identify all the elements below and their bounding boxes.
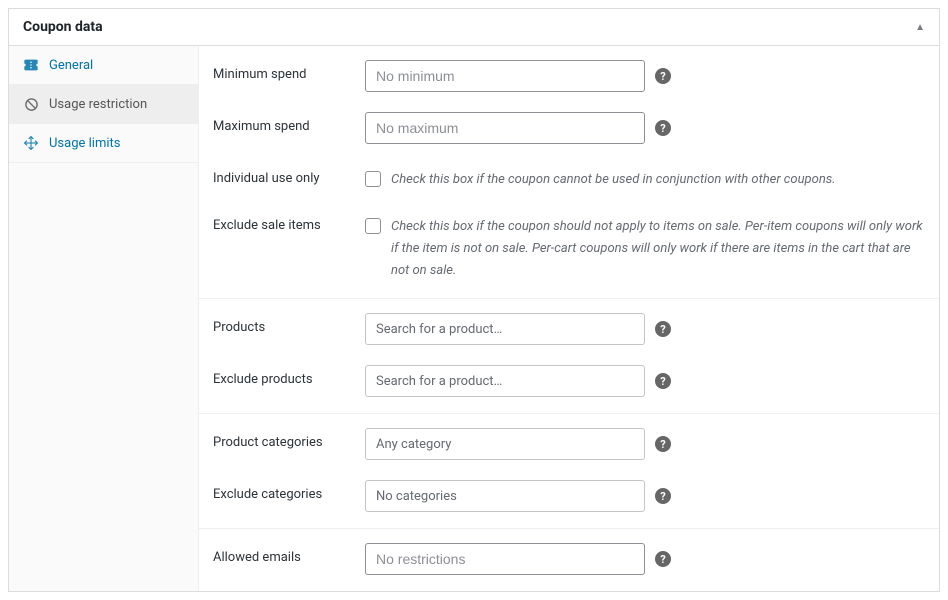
content: Minimum spend ? Maximum spend ? Individu… (199, 46, 939, 591)
field-products: Products Search for a product… ? (213, 313, 925, 345)
label-exclude-sale: Exclude sale items (213, 211, 365, 233)
help-icon[interactable]: ? (655, 120, 671, 136)
exclude-categories-placeholder: No categories (376, 489, 457, 504)
help-icon[interactable]: ? (655, 551, 671, 567)
field-product-categories: Product categories Any category ? (213, 428, 925, 460)
ticket-icon (23, 57, 39, 73)
sidebar-item-label: General (49, 58, 93, 73)
coupon-data-panel: Coupon data ▲ General Usage restriction (8, 8, 940, 592)
group-categories: Product categories Any category ? Exclud… (199, 414, 939, 528)
sidebar-item-usage-limits[interactable]: Usage limits (9, 124, 198, 163)
minimum-spend-input[interactable] (365, 60, 645, 92)
label-allowed-emails: Allowed emails (213, 543, 365, 565)
sidebar-item-label: Usage limits (49, 136, 120, 151)
field-exclude-categories: Exclude categories No categories ? (213, 480, 925, 512)
products-select[interactable]: Search for a product… (365, 313, 645, 345)
label-product-categories: Product categories (213, 428, 365, 450)
group-spend: Minimum spend ? Maximum spend ? Individu… (199, 46, 939, 298)
field-allowed-emails: Allowed emails ? (213, 543, 925, 575)
help-icon[interactable]: ? (655, 321, 671, 337)
label-individual-use: Individual use only (213, 164, 365, 186)
exclude-sale-checkbox[interactable] (365, 218, 381, 234)
help-icon[interactable]: ? (655, 436, 671, 452)
sidebar-item-label: Usage restriction (49, 97, 147, 112)
exclude-products-placeholder: Search for a product… (376, 374, 502, 389)
ban-icon (23, 96, 39, 112)
individual-use-checkbox[interactable] (365, 171, 381, 187)
help-icon[interactable]: ? (655, 373, 671, 389)
field-exclude-products: Exclude products Search for a product… ? (213, 365, 925, 397)
help-icon[interactable]: ? (655, 68, 671, 84)
label-exclude-products: Exclude products (213, 365, 365, 387)
field-individual-use: Individual use only Check this box if th… (213, 164, 925, 191)
field-maximum-spend: Maximum spend ? (213, 112, 925, 144)
panel-title: Coupon data (23, 19, 103, 35)
allowed-emails-input[interactable] (365, 543, 645, 575)
field-minimum-spend: Minimum spend ? (213, 60, 925, 92)
maximum-spend-input[interactable] (365, 112, 645, 144)
label-minimum-spend: Minimum spend (213, 60, 365, 82)
label-maximum-spend: Maximum spend (213, 112, 365, 134)
field-exclude-sale: Exclude sale items Check this box if the… (213, 211, 925, 282)
collapse-icon[interactable]: ▲ (915, 22, 925, 33)
sidebar: General Usage restriction Usage limits (9, 46, 199, 591)
exclude-categories-select[interactable]: No categories (365, 480, 645, 512)
exclude-products-select[interactable]: Search for a product… (365, 365, 645, 397)
panel-header[interactable]: Coupon data ▲ (9, 9, 939, 46)
label-products: Products (213, 313, 365, 335)
label-exclude-categories: Exclude categories (213, 480, 365, 502)
products-placeholder: Search for a product… (376, 322, 502, 337)
group-emails: Allowed emails ? (199, 529, 939, 591)
help-icon[interactable]: ? (655, 488, 671, 504)
product-categories-select[interactable]: Any category (365, 428, 645, 460)
panel-body: General Usage restriction Usage limits M… (9, 46, 939, 591)
individual-use-description: Check this box if the coupon cannot be u… (391, 169, 836, 191)
sidebar-item-usage-restriction[interactable]: Usage restriction (9, 85, 198, 124)
product-categories-placeholder: Any category (376, 437, 451, 452)
sidebar-item-general[interactable]: General (9, 46, 198, 85)
expand-icon (23, 135, 39, 151)
exclude-sale-description: Check this box if the coupon should not … (391, 216, 925, 282)
group-products: Products Search for a product… ? Exclude… (199, 299, 939, 413)
